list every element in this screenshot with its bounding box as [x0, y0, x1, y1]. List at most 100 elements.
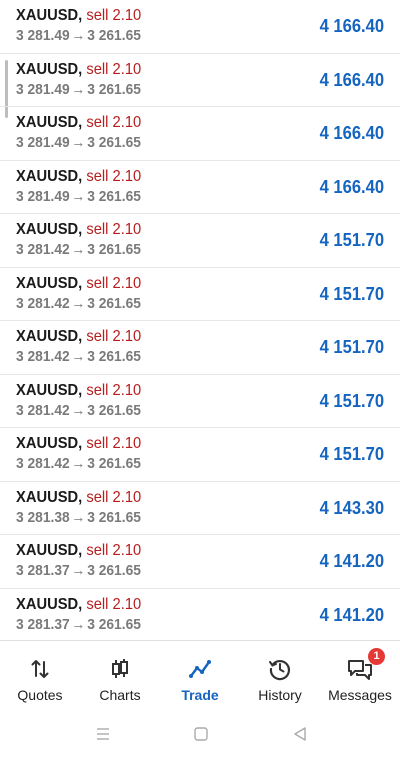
trade-volume: 2.10	[112, 167, 142, 185]
trade-prices: 3 281.42 → 3 261.65	[16, 455, 141, 473]
tab-charts-label: Charts	[99, 687, 141, 703]
trade-row[interactable]: XAUUSD, sell 2.10 3 281.49 → 3 261.65 4 166.…	[0, 54, 400, 107]
trade-volume: 2.10	[112, 7, 142, 24]
trade-profit: 4 151.70	[319, 230, 384, 250]
trade-side: sell	[86, 435, 109, 452]
tab-quotes[interactable]: Quotes	[0, 641, 80, 713]
trade-symbol: XAUUSD,	[16, 328, 83, 345]
trade-prices: 3 281.42 → 3 261.65	[16, 241, 141, 259]
price-arrow: →	[71, 80, 86, 98]
trade-current-price: 3 261.65	[87, 134, 141, 151]
trade-row[interactable]: XAUUSD, sell 2.10 3 281.42 → 3 261.65 4 151.…	[0, 375, 400, 428]
trade-current-price: 3 261.65	[87, 562, 141, 579]
trade-current-price: 3 261.65	[87, 455, 141, 472]
price-arrow: →	[71, 562, 86, 579]
trade-profit: 4 141.20	[319, 551, 384, 571]
trade-row[interactable]: XAUUSD, sell 2.10 3 281.37 → 3 261.65 4 141.…	[0, 589, 400, 641]
price-arrow: →	[71, 187, 86, 205]
trade-current-price: 3 261.65	[87, 348, 141, 365]
trade-symbol: XAUUSD,	[16, 114, 83, 131]
trade-row[interactable]: XAUUSD, sell 2.10 3 281.49 → 3 261.65 4 166.…	[0, 0, 400, 54]
trade-title: XAUUSD, sell 2.10	[16, 435, 141, 453]
trade-current-price: 3 261.65	[87, 80, 141, 98]
trade-open-price: 3 281.42	[16, 241, 70, 258]
trade-side: sell	[86, 542, 109, 559]
trade-current-price: 3 261.65	[87, 27, 141, 44]
trade-current-price: 3 261.65	[87, 241, 141, 258]
trade-screen: XAUUSD, sell 2.10 3 281.49 → 3 261.65 4 166.…	[0, 0, 400, 758]
trade-row[interactable]: XAUUSD, sell 2.10 3 281.49 → 3 261.65 4 166.…	[0, 161, 400, 214]
trade-volume: 2.10	[112, 221, 142, 238]
trade-open-price: 3 281.49	[16, 27, 70, 44]
trade-row[interactable]: XAUUSD, sell 2.10 3 281.42 → 3 261.65 4 151.…	[0, 321, 400, 375]
trade-line-icon	[189, 660, 211, 678]
trade-row[interactable]: XAUUSD, sell 2.10 3 281.38 → 3 261.65 4 143.…	[0, 482, 400, 535]
trade-prices: 3 281.42 → 3 261.65	[16, 348, 141, 366]
price-arrow: →	[71, 401, 86, 419]
trade-volume: 2.10	[112, 381, 142, 399]
trade-open-price: 3 281.37	[16, 615, 70, 633]
trade-symbol: XAUUSD,	[16, 221, 83, 238]
trade-symbol: XAUUSD,	[16, 542, 83, 559]
tab-trade-label: Trade	[181, 687, 219, 703]
messages-badge: 1	[368, 648, 385, 665]
candlestick-icon	[112, 659, 128, 678]
trade-prices: 3 281.49 → 3 261.65	[16, 27, 141, 45]
trade-side: sell	[86, 381, 109, 399]
price-arrow: →	[71, 348, 86, 365]
trade-current-price: 3 261.65	[87, 508, 141, 526]
trade-prices: 3 281.49 → 3 261.65	[16, 188, 141, 206]
price-arrow: →	[71, 294, 86, 312]
trade-title: XAUUSD, sell 2.10	[16, 382, 141, 400]
trade-symbol: XAUUSD,	[16, 381, 83, 399]
tab-trade[interactable]: Trade	[160, 641, 240, 713]
back-triangle-icon[interactable]	[292, 726, 308, 742]
trade-volume: 2.10	[112, 488, 142, 506]
trade-title: XAUUSD, sell 2.10	[16, 221, 141, 239]
tab-charts[interactable]: Charts	[80, 641, 160, 713]
trade-open-price: 3 281.42	[16, 348, 70, 365]
trade-profit: 4 151.70	[319, 444, 384, 464]
tab-history[interactable]: History	[240, 641, 320, 713]
home-square-icon[interactable]	[193, 726, 209, 742]
trade-open-price: 3 281.42	[16, 455, 70, 472]
trade-symbol: XAUUSD,	[16, 435, 83, 452]
tab-messages[interactable]: 1 Messages	[320, 641, 400, 713]
trade-row[interactable]: XAUUSD, sell 2.10 3 281.37 → 3 261.65 4 141.…	[0, 535, 400, 589]
trade-open-price: 3 281.38	[16, 508, 70, 526]
trade-title: XAUUSD, sell 2.10	[16, 114, 141, 132]
trade-side: sell	[86, 221, 109, 238]
tab-history-label: History	[258, 687, 302, 703]
trade-row[interactable]: XAUUSD, sell 2.10 3 281.42 → 3 261.65 4 151.…	[0, 268, 400, 321]
trade-title: XAUUSD, sell 2.10	[16, 275, 141, 293]
tab-quotes-label: Quotes	[17, 687, 63, 703]
price-arrow: →	[71, 455, 86, 472]
trade-title: XAUUSD, sell 2.10	[16, 61, 141, 79]
trade-side: sell	[86, 7, 109, 24]
trade-profit: 4 166.40	[319, 16, 384, 36]
trade-prices: 3 281.49 → 3 261.65	[16, 134, 141, 152]
trade-open-price: 3 281.49	[16, 134, 70, 151]
trade-volume: 2.10	[112, 542, 142, 559]
trade-title: XAUUSD, sell 2.10	[16, 489, 141, 507]
trade-row[interactable]: XAUUSD, sell 2.10 3 281.42 → 3 261.65 4 151.…	[0, 428, 400, 482]
trade-side: sell	[86, 167, 109, 185]
trade-current-price: 3 261.65	[87, 294, 141, 312]
trade-profit: 4 166.40	[319, 123, 384, 143]
trade-profit: 4 141.20	[319, 604, 384, 625]
trade-current-price: 3 261.65	[87, 615, 141, 633]
menu-lines-icon[interactable]	[95, 726, 111, 742]
price-arrow: →	[71, 134, 86, 151]
trade-volume: 2.10	[112, 274, 142, 292]
trade-positions-list[interactable]: XAUUSD, sell 2.10 3 281.49 → 3 261.65 4 166.…	[0, 0, 400, 640]
system-navigation-bar	[0, 712, 400, 758]
price-arrow: →	[71, 615, 86, 633]
trade-current-price: 3 261.65	[87, 401, 141, 419]
trade-row[interactable]: XAUUSD, sell 2.10 3 281.49 → 3 261.65 4 166.…	[0, 107, 400, 161]
trade-title: XAUUSD, sell 2.10	[16, 7, 141, 25]
trade-row[interactable]: XAUUSD, sell 2.10 3 281.42 → 3 261.65 4 151.…	[0, 214, 400, 268]
trade-title: XAUUSD, sell 2.10	[16, 596, 141, 614]
trade-open-price: 3 281.37	[16, 562, 70, 579]
price-arrow: →	[71, 27, 86, 44]
trade-side: sell	[86, 274, 109, 292]
